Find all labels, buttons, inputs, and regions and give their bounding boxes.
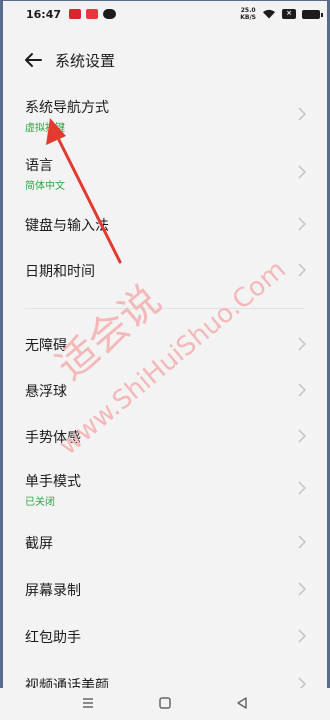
back-triangle-icon[interactable] — [231, 692, 253, 714]
setting-item-accessibility[interactable]: 无障碍 — [0, 324, 330, 364]
setting-item-screenshot[interactable]: 截屏 — [0, 522, 330, 562]
network-speed: 25.0 KB/S — [240, 7, 256, 21]
battery-icon — [302, 9, 323, 19]
chevron-right-icon — [298, 629, 306, 643]
page-title: 系统设置 — [55, 52, 116, 70]
setting-item-label: 单手模式 — [25, 474, 81, 490]
setting-item-label: 日期和时间 — [25, 264, 95, 280]
setting-item-label: 截屏 — [25, 536, 53, 552]
app-notification-icon — [69, 9, 82, 19]
back-arrow-icon[interactable] — [22, 49, 44, 71]
chevron-right-icon — [298, 165, 306, 179]
setting-item-value: 虚拟按键 — [25, 123, 65, 134]
setting-item-datetime[interactable]: 日期和时间 — [0, 250, 330, 290]
setting-item-label: 无障碍 — [25, 338, 67, 354]
chevron-right-icon — [298, 217, 306, 231]
setting-item-keyboard[interactable]: 键盘与输入法 — [0, 204, 330, 244]
setting-item-label: 系统导航方式 — [25, 100, 109, 116]
setting-item-value: 已关闭 — [25, 497, 55, 508]
setting-item-navigation[interactable]: 系统导航方式 虚拟按键 — [0, 90, 330, 140]
setting-item-label: 红包助手 — [25, 630, 81, 646]
setting-item-floating-ball[interactable]: 悬浮球 — [0, 370, 330, 410]
wifi-icon — [263, 9, 275, 19]
setting-item-video-beauty[interactable]: 视频通话美颜 — [0, 664, 330, 688]
chevron-right-icon — [298, 582, 306, 596]
sim-disabled-icon: × — [282, 9, 296, 19]
chevron-right-icon — [298, 263, 306, 277]
chevron-right-icon — [298, 383, 306, 397]
chevron-right-icon — [298, 107, 306, 121]
chevron-right-icon — [298, 481, 306, 495]
setting-item-label: 屏幕录制 — [25, 583, 81, 599]
wechat-icon — [103, 9, 117, 19]
chevron-right-icon — [298, 535, 306, 549]
status-time: 16:47 — [26, 7, 62, 21]
home-icon[interactable] — [154, 692, 176, 714]
section-divider — [25, 308, 305, 309]
setting-item-label: 视频通话美颜 — [25, 678, 109, 688]
setting-item-label: 手势体感 — [25, 430, 81, 446]
setting-item-screen-recording[interactable]: 屏幕录制 — [0, 569, 330, 609]
network-speed-unit: KB/S — [240, 14, 256, 21]
status-indicators: 25.0 KB/S × — [240, 7, 323, 21]
setting-item-value: 简体中文 — [25, 181, 65, 192]
network-speed-value: 25.0 — [240, 7, 256, 14]
chevron-right-icon — [298, 337, 306, 351]
chevron-right-icon — [298, 677, 306, 688]
setting-item-gestures[interactable]: 手势体感 — [0, 416, 330, 456]
status-bar: 16:47 25.0 KB/S × — [0, 0, 330, 28]
setting-item-label: 悬浮球 — [25, 384, 67, 400]
menu-icon[interactable] — [77, 692, 99, 714]
app-notification-icon — [86, 9, 99, 19]
setting-item-label: 键盘与输入法 — [25, 218, 109, 234]
setting-item-language[interactable]: 语言 简体中文 — [0, 148, 330, 198]
header: 系统设置 — [0, 44, 330, 76]
chevron-right-icon — [298, 429, 306, 443]
setting-item-label: 语言 — [25, 158, 53, 174]
setting-item-red-packet[interactable]: 红包助手 — [0, 616, 330, 656]
setting-item-one-hand-mode[interactable]: 单手模式 已关闭 — [0, 464, 330, 514]
system-nav-bar — [0, 688, 330, 720]
